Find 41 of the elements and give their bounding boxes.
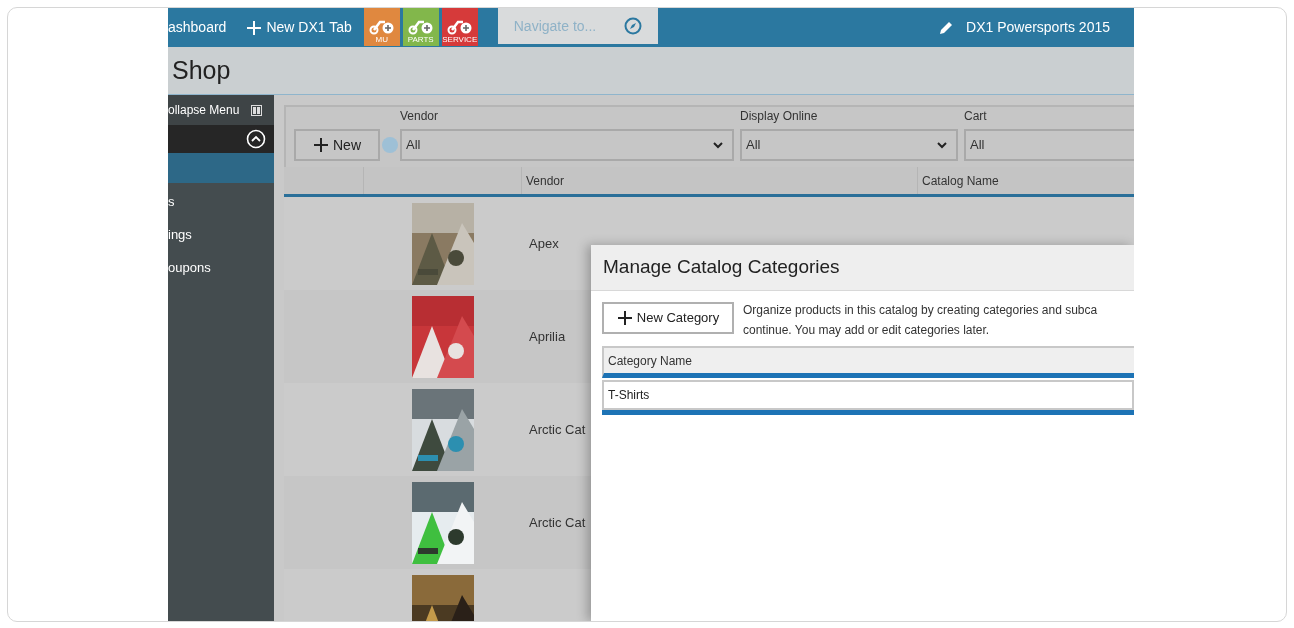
vehicle-plus-icon bbox=[446, 19, 473, 35]
table-cell-text: Apex bbox=[529, 234, 559, 253]
sidebar-item[interactable]: ings bbox=[168, 225, 274, 245]
category-name-input[interactable]: T-Shirts bbox=[602, 380, 1134, 410]
dashboard-link[interactable]: ashboard bbox=[168, 17, 227, 38]
chevron-down-icon bbox=[712, 139, 724, 151]
filter-label: Vendor bbox=[400, 108, 440, 125]
compass-icon bbox=[623, 17, 642, 35]
collapse-icon[interactable] bbox=[251, 104, 262, 116]
filter-select[interactable]: All bbox=[400, 129, 734, 161]
description-text: Organize products in this catalog by creating categories and subca bbox=[743, 302, 1098, 319]
new-category-button[interactable]: New Category bbox=[602, 302, 734, 334]
page-title: Shop bbox=[172, 54, 231, 86]
new-tab-link[interactable]: New DX1 Tab bbox=[246, 17, 352, 38]
click-indicator bbox=[382, 137, 398, 153]
filter-label: Cart bbox=[964, 108, 988, 125]
sidebar-item[interactable]: s bbox=[168, 192, 274, 212]
table-cell-text: Arctic Cat bbox=[529, 513, 586, 532]
account-name: DX1 Powersports 2015 bbox=[966, 18, 1110, 37]
vehicle-plus-icon bbox=[407, 19, 434, 35]
column-header: Vendor bbox=[526, 172, 565, 190]
filter-select[interactable]: All bbox=[740, 129, 958, 161]
chevron-down-icon bbox=[936, 139, 948, 151]
navigate-field[interactable]: Navigate to... bbox=[497, 8, 658, 44]
new-button[interactable]: New bbox=[294, 129, 380, 161]
description-text: continue. You may add or edit categories later. bbox=[743, 322, 991, 339]
plus-icon bbox=[246, 19, 263, 36]
filter-select[interactable]: All bbox=[964, 129, 1134, 161]
filter-label: Display Online bbox=[740, 108, 819, 125]
column-header: Catalog Name bbox=[922, 172, 999, 190]
shortcut-tile[interactable]: SERVICE bbox=[441, 8, 478, 46]
plus-icon bbox=[616, 310, 633, 326]
chevron-up-circle-icon[interactable] bbox=[246, 129, 266, 149]
sidebar-item[interactable]: oupons bbox=[168, 258, 274, 278]
dialog-title: Manage Catalog Categories bbox=[603, 255, 840, 280]
table-cell-text: Arctic Cat bbox=[529, 420, 586, 439]
plus-icon bbox=[313, 137, 329, 153]
vehicle-plus-icon bbox=[368, 19, 395, 35]
column-header: Category Name bbox=[602, 346, 1134, 378]
pencil-icon bbox=[938, 19, 955, 36]
table-cell-text: Aprilia bbox=[529, 327, 566, 346]
